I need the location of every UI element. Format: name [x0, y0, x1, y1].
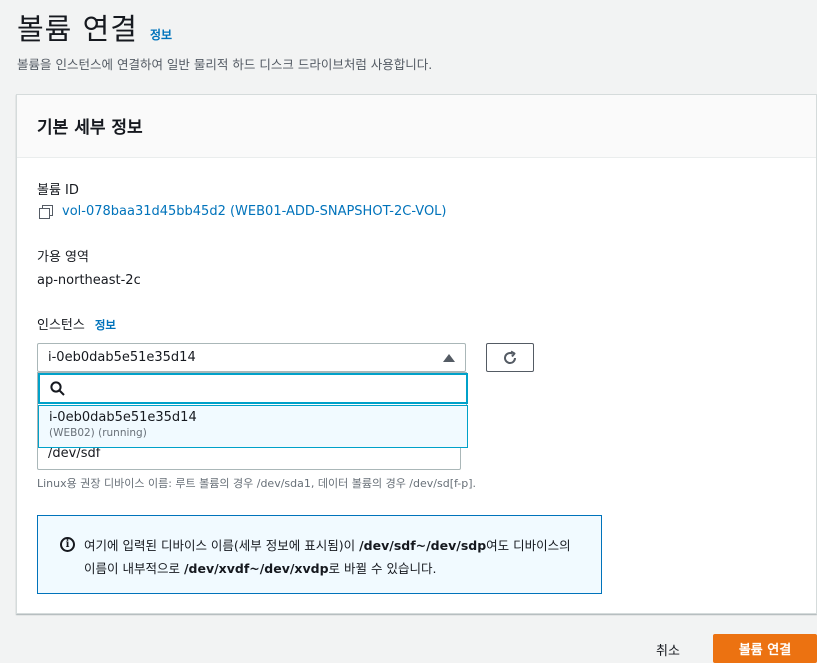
alert-bold-2: /dev/xvdf~/dev/xvdp — [183, 561, 329, 576]
page-title: 볼륨 연결 — [17, 12, 138, 46]
basic-details-panel: 기본 세부 정보 볼륨 ID vol-078baa31d45bb45d2 (WE… — [16, 94, 817, 614]
instance-label-row: 인스턴스 정보 — [37, 314, 116, 333]
instance-select[interactable]: i-0eb0dab5e51e35d14 — [37, 343, 466, 372]
info-alert: i 여기에 입력된 디바이스 이름(세부 정보에 표시됨)이 /dev/sdf~… — [37, 515, 602, 594]
panel-title: 기본 세부 정보 — [37, 118, 143, 138]
instance-search-input[interactable] — [73, 381, 453, 396]
instance-label: 인스턴스 — [37, 318, 85, 333]
page-header: 볼륨 연결 정보 — [17, 6, 172, 48]
instance-option-id: i-0eb0dab5e51e35d14 — [49, 410, 197, 425]
volume-id-link[interactable]: vol-078baa31d45bb45d2 (WEB01-ADD-SNAPSHO… — [39, 204, 447, 219]
availability-zone-label: 가용 영역 — [37, 250, 89, 265]
alert-text-3: 로 바뀔 수 있습니다. — [328, 561, 437, 576]
page-description: 볼륨을 인스턴스에 연결하여 일반 물리적 하드 디스크 드라이브처럼 사용합니… — [17, 57, 433, 72]
page-title-row: 볼륨 연결 정보 — [17, 6, 172, 48]
caret-up-icon — [443, 353, 455, 362]
availability-zone-value: ap-northeast-2c — [37, 273, 141, 288]
instance-dropdown: i-0eb0dab5e51e35d14 (WEB02) (running) — [37, 372, 468, 448]
attach-volume-button[interactable]: 볼륨 연결 — [713, 634, 817, 663]
alert-bold-1: /dev/sdf~/dev/sdp — [359, 538, 487, 553]
search-icon — [50, 381, 65, 396]
refresh-icon — [504, 350, 517, 364]
instance-option-detail: (WEB02) (running) — [49, 427, 147, 439]
instance-search-box[interactable] — [38, 373, 468, 404]
volume-id-label: 볼륨 ID — [37, 183, 79, 198]
info-circle-icon: i — [60, 537, 75, 552]
copy-icon[interactable] — [39, 204, 53, 219]
refresh-button[interactable] — [486, 343, 534, 372]
alert-text-1: 여기에 입력된 디바이스 이름(세부 정보에 표시됨)이 — [84, 538, 360, 553]
device-name-hint: Linux용 권장 디바이스 이름: 루트 볼륨의 경우 /dev/sda1, … — [37, 477, 476, 490]
volume-id-value[interactable]: vol-078baa31d45bb45d2 (WEB01-ADD-SNAPSHO… — [62, 204, 447, 219]
panel-header: 기본 세부 정보 — [17, 95, 816, 158]
instance-selected-value: i-0eb0dab5e51e35d14 — [48, 350, 196, 365]
cancel-button[interactable]: 취소 — [656, 640, 680, 659]
instance-info-link[interactable]: 정보 — [95, 317, 116, 333]
instance-option[interactable]: i-0eb0dab5e51e35d14 (WEB02) (running) — [38, 405, 468, 448]
info-link[interactable]: 정보 — [150, 26, 172, 43]
